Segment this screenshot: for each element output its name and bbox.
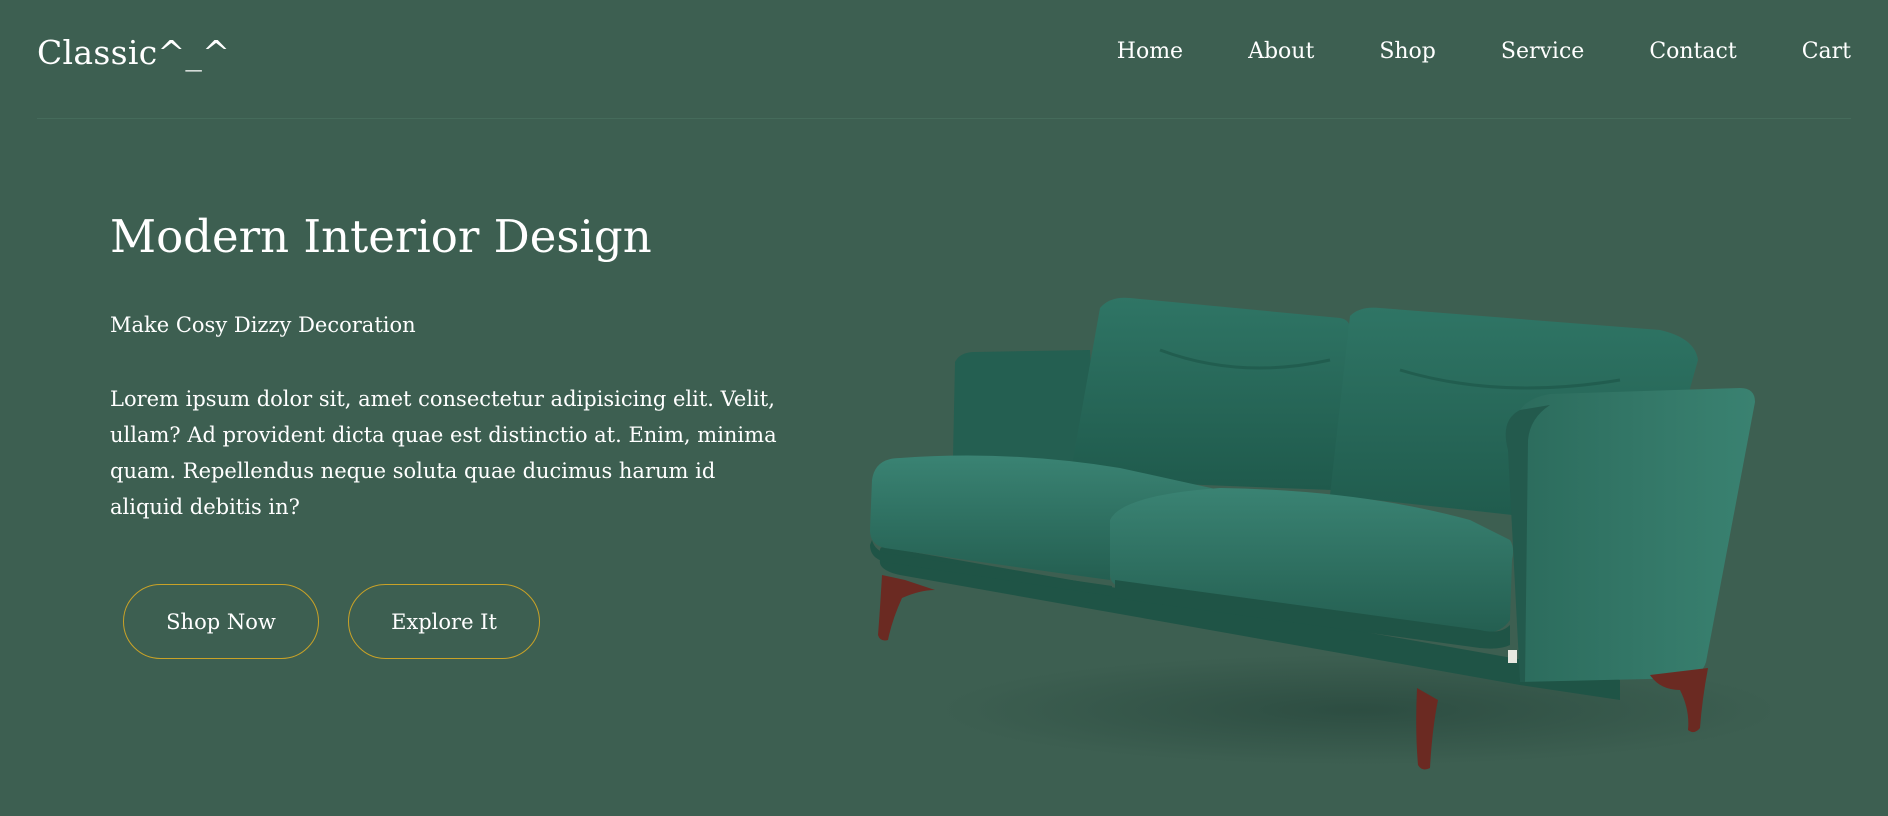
nav-service-link[interactable]: Service [1501,39,1584,64]
landing-page: Classic^_^ Home About Shop Service Conta… [0,0,1888,816]
sofa-illustration [870,297,1770,770]
hero-buttons: Shop Now Explore It [123,584,540,659]
nav-shop-link[interactable]: Shop [1379,39,1436,64]
main-nav: Home About Shop Service Contact Cart [1117,39,1851,64]
nav-about-link[interactable]: About [1248,39,1314,64]
hero-subtitle: Make Cosy Dizzy Decoration [110,313,416,337]
site-header: Classic^_^ Home About Shop Service Conta… [37,0,1851,119]
hero-description: Lorem ipsum dolor sit, amet consectetur … [110,387,777,520]
brand-logo[interactable]: Classic^_^ [37,33,230,72]
nav-home-link[interactable]: Home [1117,39,1183,64]
shop-now-button[interactable]: Shop Now [123,584,319,659]
explore-it-button[interactable]: Explore It [348,584,540,659]
hero-sofa-image [860,290,1770,790]
hero-title: Modern Interior Design [110,210,652,263]
nav-contact-link[interactable]: Contact [1649,39,1736,64]
hero-content: Modern Interior Design Make Cosy Dizzy D… [110,210,790,525]
nav-cart-link[interactable]: Cart [1802,39,1851,64]
